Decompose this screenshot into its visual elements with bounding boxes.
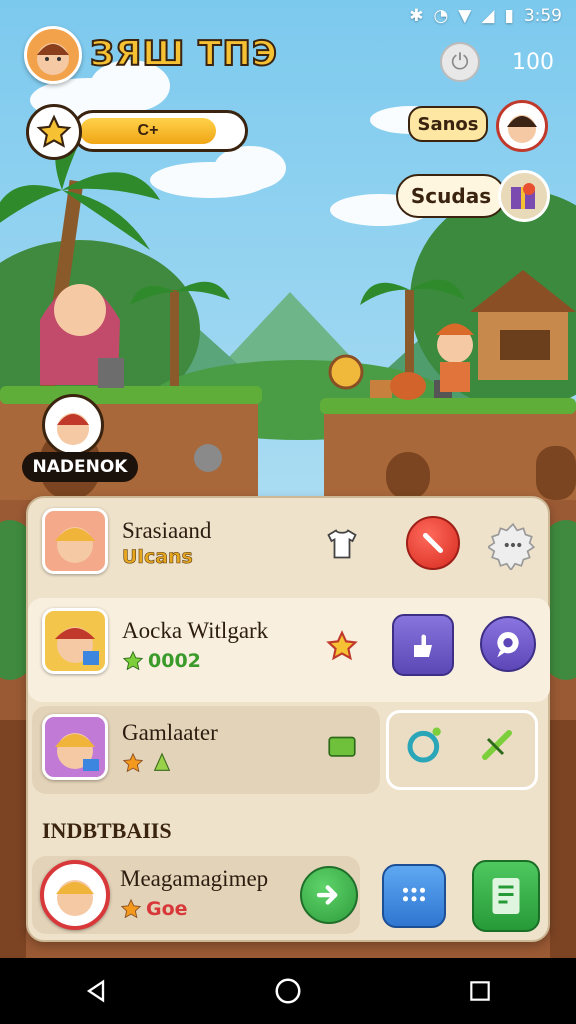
npc-bubble-1[interactable]: Sanos — [408, 106, 488, 142]
settings-button[interactable]: ⏻ — [440, 42, 480, 82]
recents-button[interactable] — [450, 966, 510, 1016]
row-sub: Ulcans — [122, 546, 193, 569]
player-map-face-icon — [57, 413, 89, 445]
hand-icon — [414, 634, 432, 657]
npc-avatar-1[interactable] — [496, 100, 548, 152]
player-map-avatar[interactable] — [42, 394, 104, 456]
keypad-icon — [402, 887, 426, 902]
back-triangle-icon — [86, 979, 105, 1003]
section-label: INDBTBAIIS — [42, 818, 172, 843]
tool-button[interactable] — [476, 724, 518, 766]
character-thumb — [42, 714, 108, 780]
item-button[interactable] — [324, 728, 360, 764]
npc-face-icon — [507, 115, 537, 143]
row-sub: 0002 — [148, 650, 201, 672]
alarm-icon: ◔ — [433, 6, 449, 26]
game-title: ЗЯШ ТПЭ — [89, 33, 278, 75]
ring-button[interactable] — [402, 722, 448, 768]
scroll-icon — [328, 736, 356, 757]
go-button[interactable] — [300, 866, 358, 924]
star-icon — [122, 650, 144, 671]
system-nav-bar — [0, 958, 576, 1024]
boy-face-icon — [55, 627, 99, 665]
shirt-button[interactable] — [320, 522, 364, 566]
remove-button[interactable] — [406, 516, 460, 570]
home-button[interactable] — [258, 966, 318, 1016]
row-name: Gamlaater — [122, 720, 218, 745]
quest-panel: Srasiaand Ulcans Aocka Witlgark 0002 Gam… — [26, 496, 550, 942]
character-thumb — [40, 860, 110, 930]
bluetooth-icon: ✱ — [409, 6, 424, 26]
shovel-icon — [482, 730, 512, 760]
star-icon — [36, 114, 72, 148]
reward-button[interactable] — [324, 628, 360, 664]
level-badge[interactable] — [26, 104, 82, 160]
shop-button[interactable] — [498, 170, 550, 222]
trophy-icon — [326, 630, 358, 661]
status-bar: ✱ ◔ ▼ ◢ ▮ 3:59 — [0, 0, 576, 32]
row-sub: Goe — [146, 898, 188, 920]
row-name: Aocka Witlgark — [122, 618, 269, 643]
tree-icon — [153, 752, 171, 771]
xp-label: C+ — [137, 122, 159, 139]
xp-bar: C+ — [72, 110, 248, 152]
girl-face-icon — [56, 880, 94, 916]
star-icon — [120, 898, 142, 919]
player-avatar[interactable] — [24, 26, 82, 84]
list-item[interactable]: Srasiaand Ulcans — [28, 508, 552, 586]
notes-button[interactable] — [472, 860, 540, 932]
slash-icon — [423, 533, 443, 553]
character-thumb — [42, 608, 108, 674]
gift-box-icon — [511, 183, 535, 209]
status-time: 3:59 — [523, 6, 562, 26]
ring-icon — [407, 727, 441, 763]
npc-bubble-2[interactable]: Scudas — [396, 174, 506, 218]
gesture-button[interactable] — [392, 614, 454, 676]
player-name-label: NADENOK — [22, 452, 138, 482]
list-item[interactable]: Meagamagimep Goe — [28, 860, 552, 934]
arrow-right-icon — [316, 885, 338, 905]
row-name: Meagamagimep — [120, 866, 269, 891]
coin-count: 100 — [512, 50, 554, 75]
battery-icon: ▮ — [504, 6, 514, 26]
back-button[interactable] — [66, 966, 126, 1016]
row-name: Srasiaand — [122, 518, 212, 543]
keypad-button[interactable] — [382, 864, 446, 928]
settings-gear-button[interactable] — [488, 520, 538, 570]
girl-face-icon — [55, 733, 99, 771]
power-icon: ⏻ — [451, 49, 469, 74]
xp-bar-fill: C+ — [80, 118, 216, 144]
girl-face-icon — [55, 527, 95, 563]
star-icon — [122, 752, 144, 773]
list-item[interactable]: Gamlaater — [28, 712, 552, 790]
character-thumb — [42, 508, 108, 574]
chat-button[interactable] — [480, 616, 536, 672]
shirt-icon — [327, 529, 357, 559]
signal-icon: ◢ — [481, 6, 495, 26]
document-icon — [492, 878, 520, 914]
recents-square-icon — [470, 981, 490, 1001]
chat-icon — [497, 632, 519, 658]
player-face-icon — [37, 43, 69, 75]
wifi-icon: ▼ — [458, 6, 472, 26]
list-item[interactable]: Aocka Witlgark 0002 — [28, 608, 552, 688]
gear-icon — [488, 522, 536, 570]
home-circle-icon — [275, 978, 301, 1004]
